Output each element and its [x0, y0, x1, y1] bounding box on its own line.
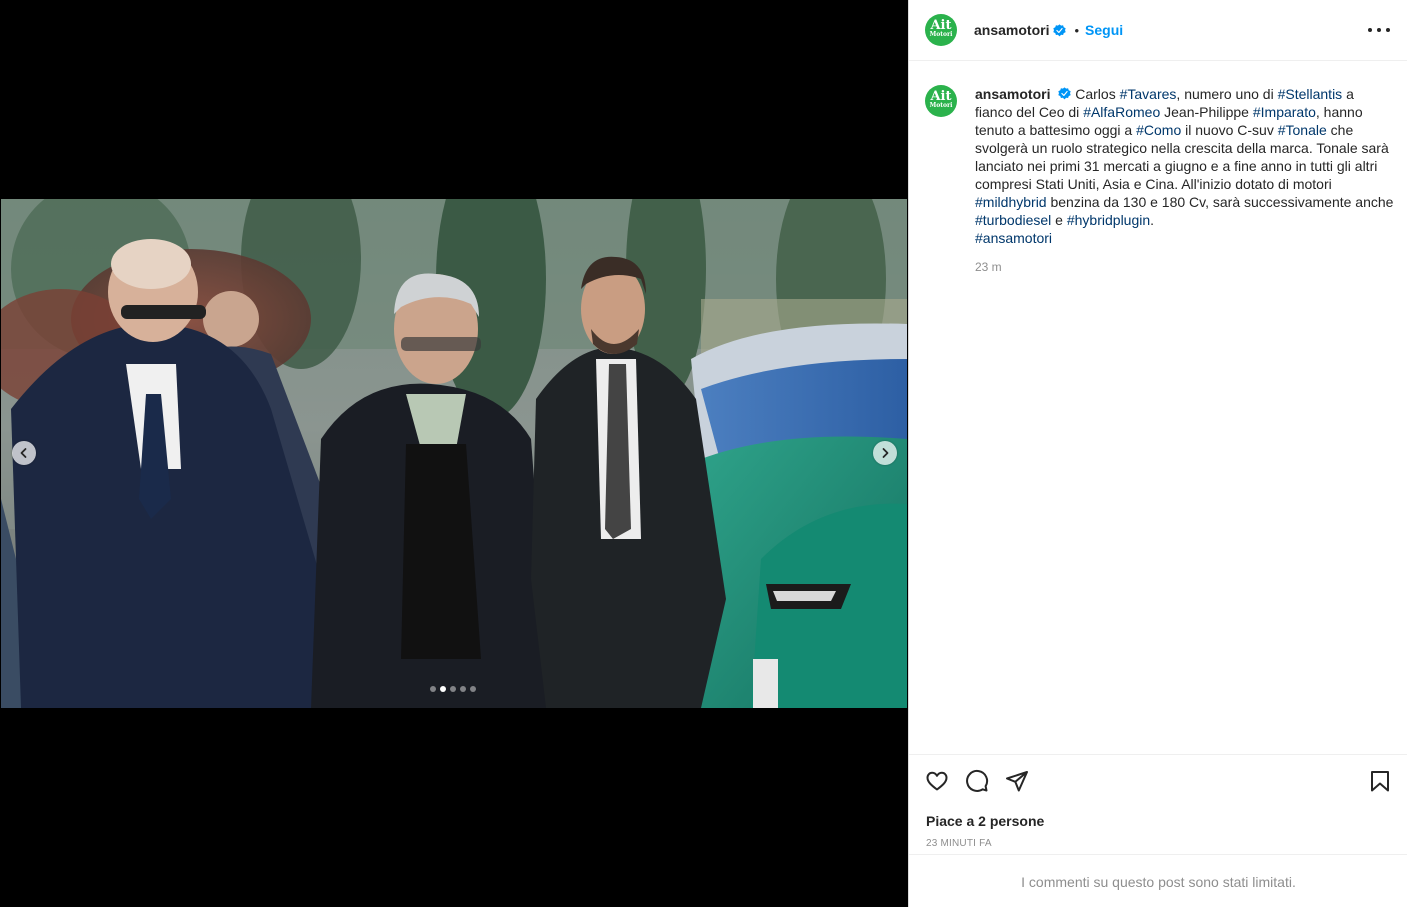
carousel-dot — [430, 686, 436, 692]
carousel-dot — [440, 686, 446, 692]
hashtag-link[interactable]: #mildhybrid — [975, 194, 1047, 210]
share-icon[interactable] — [1005, 769, 1029, 793]
hashtag-link[interactable]: #AlfaRomeo — [1083, 104, 1160, 120]
carousel-indicator — [430, 686, 476, 692]
post-header: Ait Motori ansamotori • Segui — [909, 0, 1407, 61]
carousel-next-button[interactable] — [873, 441, 897, 465]
carousel-dot — [470, 686, 476, 692]
avatar-logo: Ait Motori — [929, 18, 953, 38]
hashtag-link[interactable]: #Imparato — [1253, 104, 1316, 120]
follow-button[interactable]: Segui — [1085, 22, 1123, 38]
post-photo[interactable] — [1, 199, 907, 708]
likes-prefix: Piace a — [926, 813, 979, 829]
heart-icon[interactable] — [925, 769, 949, 793]
hashtag-link[interactable]: #Tavares — [1120, 86, 1177, 102]
likes-count-link[interactable]: 2 persone — [978, 813, 1044, 829]
avatar[interactable]: Ait Motori — [925, 85, 957, 117]
post-side-panel: Ait Motori ansamotori • Segui Ait Motori… — [908, 0, 1407, 907]
hashtag-link[interactable]: #ansamotori — [975, 230, 1052, 246]
separator-bullet: • — [1074, 22, 1080, 38]
caption-segment: e — [1051, 212, 1067, 228]
hashtag-link[interactable]: #Tonale — [1278, 122, 1327, 138]
verified-badge-icon — [1058, 87, 1072, 100]
hashtag-link[interactable]: #turbodiesel — [975, 212, 1051, 228]
caption-segment: , numero uno di — [1176, 86, 1278, 102]
post-timestamp[interactable]: 23 minuti fa — [926, 838, 992, 849]
chevron-left-icon — [20, 448, 27, 458]
caption-segment: il nuovo C-suv — [1181, 122, 1278, 138]
header-username[interactable]: ansamotori — [974, 22, 1049, 38]
carousel-dot — [450, 686, 456, 692]
caption-time[interactable]: 23 m — [975, 260, 1395, 274]
action-bar — [925, 769, 1029, 793]
likes-summary: Piace a 2 persone — [926, 813, 1044, 829]
post-caption: ansamotori Carlos #Tavares, numero uno d… — [975, 85, 1395, 247]
post-media-panel — [0, 0, 908, 907]
chevron-right-icon — [882, 448, 889, 458]
more-options-icon[interactable] — [1368, 20, 1390, 40]
bookmark-icon[interactable] — [1368, 769, 1392, 793]
caption-segment: Carlos — [1075, 86, 1120, 102]
caption-text: Carlos #Tavares, numero uno di #Stellant… — [975, 86, 1393, 246]
comment-icon[interactable] — [965, 769, 989, 793]
verified-badge-icon — [1053, 23, 1067, 36]
caption-segment: benzina da 130 e 180 Cv, sarà successiva… — [1046, 194, 1394, 210]
avatar-logo: Ait Motori — [929, 89, 953, 109]
caption-username[interactable]: ansamotori — [975, 86, 1050, 102]
hashtag-link[interactable]: #Como — [1136, 122, 1181, 138]
carousel-dot — [460, 686, 466, 692]
avatar[interactable]: Ait Motori — [925, 14, 957, 46]
comments-limited-notice: I commenti su questo post sono stati lim… — [909, 854, 1407, 907]
post-photo-illustration — [1, 199, 907, 708]
hashtag-link[interactable]: #Stellantis — [1278, 86, 1343, 102]
caption-segment: . — [1150, 212, 1155, 228]
carousel-prev-button[interactable] — [12, 441, 36, 465]
hashtag-link[interactable]: #hybridplugin — [1067, 212, 1150, 228]
caption-segment: Jean-Philippe — [1160, 104, 1253, 120]
post-actions-section: Piace a 2 persone 23 minuti fa I comment… — [909, 754, 1407, 907]
caption-block: Ait Motori ansamotori Carlos #Tavares, n… — [925, 85, 1395, 274]
